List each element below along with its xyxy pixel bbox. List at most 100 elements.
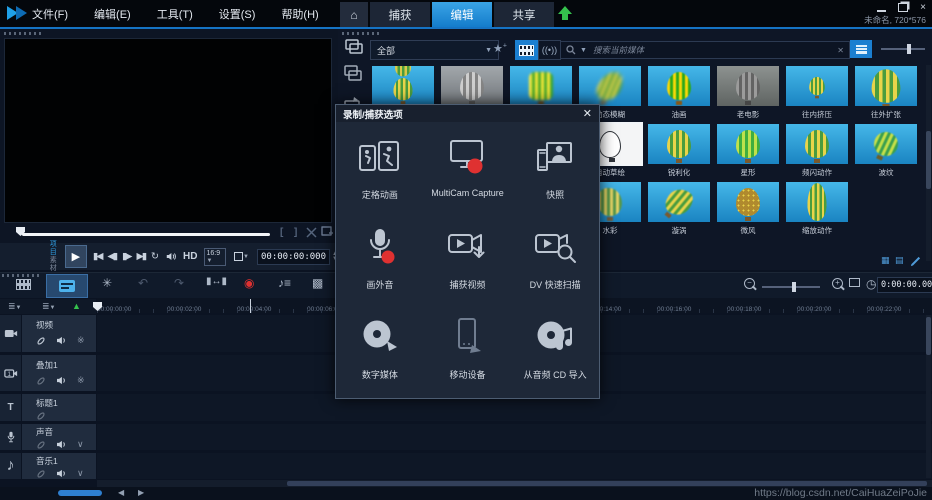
track-fx-icon[interactable]: ※: [77, 335, 85, 346]
thumbnail-image[interactable]: [855, 66, 917, 106]
auto-scroll-icon[interactable]: ▲: [72, 301, 81, 311]
filter-thumbnail[interactable]: 星形: [717, 124, 786, 176]
option-audio-cd-import[interactable]: 从音频 CD 导入: [511, 316, 599, 406]
menu-item[interactable]: 文件(F): [32, 6, 68, 22]
track-mute-icon[interactable]: [56, 440, 67, 449]
thumbnail-image[interactable]: [579, 66, 641, 106]
paint-creator-button[interactable]: ◉: [244, 276, 254, 290]
enlarge-preview-icon[interactable]: [321, 226, 333, 237]
track-mute-icon[interactable]: [56, 376, 67, 385]
music-track-icon[interactable]: ♪: [0, 453, 21, 479]
menu-item[interactable]: 设置(S): [219, 6, 256, 22]
scrollbar-thumb[interactable]: [926, 317, 931, 355]
track-lane[interactable]: [97, 453, 932, 479]
zoom-out-icon[interactable]: −: [744, 278, 755, 289]
track-manager-icon[interactable]: ≣▼: [8, 301, 22, 312]
filter-thumbnail[interactable]: 锐利化: [648, 124, 717, 176]
track-header[interactable]: 音乐1 ∨: [22, 453, 96, 479]
track-mute-icon[interactable]: [56, 469, 67, 478]
title-track-icon[interactable]: T: [0, 394, 21, 421]
sound-mixer-button[interactable]: ♪≡: [278, 276, 291, 290]
ripple-edit-button[interactable]: ▮↔▮: [206, 276, 227, 287]
track-header[interactable]: 声音 ∨: [22, 424, 96, 450]
show-audio-button[interactable]: ((•)): [538, 40, 561, 60]
fit-timeline-icon[interactable]: [849, 278, 860, 289]
thumbnail-image[interactable]: [648, 182, 710, 222]
option-snapshot[interactable]: 快照: [511, 136, 599, 226]
slider-knob[interactable]: [907, 44, 911, 54]
thumbnail-view-button[interactable]: [850, 40, 872, 58]
option-capture-video[interactable]: 捕获视频: [424, 226, 512, 316]
add-favorite-icon[interactable]: ★+: [493, 42, 507, 55]
thumbnail-image[interactable]: [648, 66, 710, 106]
option-digital-media[interactable]: 数字媒体: [336, 316, 424, 406]
mode-clip-label[interactable]: 素材: [46, 257, 57, 273]
mode-project-label[interactable]: 项目: [46, 241, 57, 257]
link-icon[interactable]: [36, 376, 46, 386]
timeline-hscrollbar[interactable]: [97, 480, 932, 487]
menu-item[interactable]: 编辑(E): [94, 6, 131, 22]
close-button[interactable]: ×: [920, 2, 926, 13]
timeline-zoom-slider[interactable]: [762, 282, 820, 292]
edit-pencil-icon[interactable]: [910, 256, 921, 267]
thumbnail-image[interactable]: [855, 124, 917, 164]
track-header-scrollbar[interactable]: [58, 490, 102, 496]
duration-clock-icon[interactable]: ◷: [866, 277, 876, 291]
panel-drag-handle[interactable]: [2, 274, 40, 277]
loop-button[interactable]: ↻: [151, 251, 159, 262]
track-header[interactable]: 视频 ※: [22, 315, 96, 352]
scrollbar-thumb[interactable]: [287, 481, 927, 486]
panel-drag-handle[interactable]: [4, 32, 42, 35]
track-list-icon[interactable]: ≣▼: [42, 301, 56, 312]
library-scrollbar[interactable]: [926, 65, 931, 261]
track-fx-icon[interactable]: ※: [77, 375, 85, 386]
resize-preview-button[interactable]: [234, 252, 244, 261]
playback-mode-toggle[interactable]: 项目 素材: [46, 241, 57, 273]
scroll-right-button[interactable]: ▶: [138, 488, 144, 497]
undo-button[interactable]: ↶: [138, 276, 148, 290]
tab-share[interactable]: 共享: [494, 2, 554, 27]
grid-view-icon[interactable]: ▦: [881, 255, 890, 266]
scrollbar-thumb[interactable]: [926, 131, 931, 189]
track-header[interactable]: 标题1: [22, 394, 96, 421]
link-icon[interactable]: [36, 469, 46, 479]
slider-knob[interactable]: [792, 282, 796, 292]
thumbnail-image[interactable]: [717, 66, 779, 106]
overlay-track-icon[interactable]: 1: [0, 355, 21, 391]
waveform-toggle-icon[interactable]: ∨: [77, 439, 84, 450]
option-dv-quick-scan[interactable]: DV 快速扫描: [511, 226, 599, 316]
option-mobile-device[interactable]: 移动设备: [424, 316, 512, 406]
subtitle-editor-button[interactable]: ▩: [312, 276, 323, 290]
option-multicam-capture[interactable]: MultiCam Capture: [424, 136, 512, 226]
restore-button[interactable]: [898, 3, 909, 12]
thumbnail-image[interactable]: [372, 66, 434, 106]
filter-thumbnail[interactable]: 频闪动作: [786, 124, 855, 176]
track-lane[interactable]: [97, 424, 932, 450]
split-clip-icon[interactable]: [306, 227, 317, 238]
upgrade-arrow-icon[interactable]: [558, 6, 572, 21]
redo-button[interactable]: ↷: [174, 276, 184, 290]
video-track-icon[interactable]: [0, 315, 21, 352]
thumbnail-image[interactable]: [648, 124, 710, 164]
thumbnail-image[interactable]: [786, 124, 848, 164]
timeline-timecode[interactable]: 0:00:00.000: [877, 277, 932, 293]
thumbnail-image[interactable]: [717, 182, 779, 222]
timeline-vscrollbar[interactable]: [926, 315, 931, 478]
link-icon[interactable]: [36, 440, 46, 450]
thumbnail-image[interactable]: [786, 182, 848, 222]
preview-timecode[interactable]: 00:00:00:000: [257, 248, 331, 265]
prev-frame-button[interactable]: ◀▮: [107, 251, 117, 262]
menu-item[interactable]: 帮助(H): [281, 6, 318, 22]
play-button[interactable]: ▶: [64, 245, 87, 268]
filter-thumbnail[interactable]: 油画: [648, 66, 717, 118]
clear-search-icon[interactable]: ✕: [837, 46, 844, 55]
minimize-button[interactable]: [877, 3, 887, 12]
dialog-close-icon[interactable]: ✕: [583, 107, 592, 120]
thumbnail-size-slider[interactable]: [881, 44, 925, 54]
search-input[interactable]: [590, 44, 834, 56]
mark-out-button[interactable]: ]: [294, 227, 297, 238]
thumbnail-image[interactable]: [510, 66, 572, 106]
thumbnail-image[interactable]: [786, 66, 848, 106]
filter-thumbnail[interactable]: 往内挤压: [786, 66, 855, 118]
tools-button[interactable]: ✳: [102, 276, 112, 290]
